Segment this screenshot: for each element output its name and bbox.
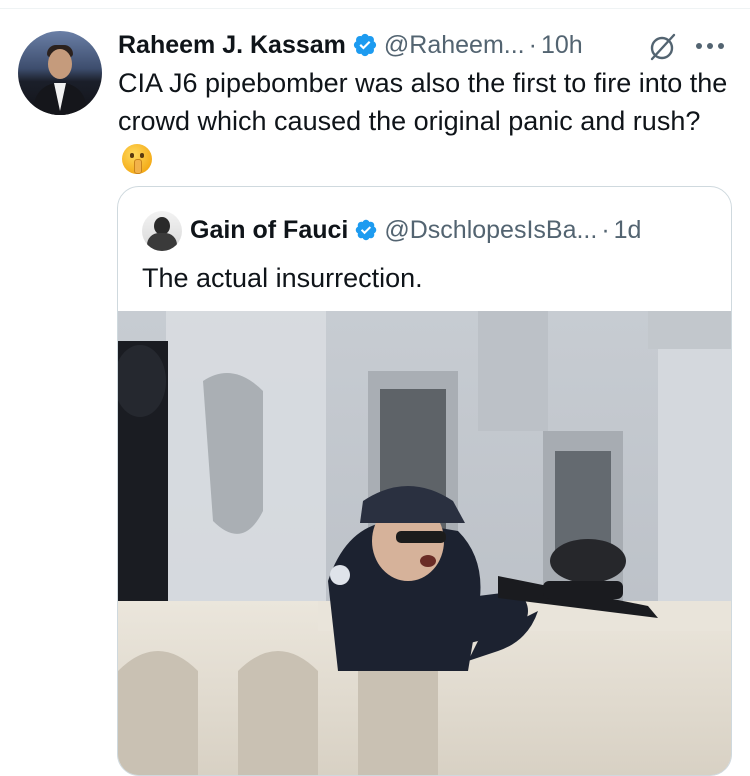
tweet-body: CIA J6 pipebomber was also the first to … xyxy=(118,68,728,136)
tweet-header: Raheem J. Kassam @Raheem... · 10h xyxy=(118,26,583,64)
grok-icon[interactable] xyxy=(648,32,678,62)
author-name[interactable]: Raheem J. Kassam xyxy=(118,31,346,60)
quoted-tweet-timestamp[interactable]: 1d xyxy=(614,216,642,245)
author-avatar[interactable] xyxy=(18,31,102,115)
quoted-author-avatar[interactable] xyxy=(142,211,182,251)
separator-dot: · xyxy=(601,215,610,244)
tweet-text: CIA J6 pipebomber was also the first to … xyxy=(118,64,728,178)
quoted-tweet-header: Gain of Fauci @DschlopesIsBa... · 1d xyxy=(190,212,641,248)
verified-badge-icon xyxy=(353,33,377,57)
tweet-timestamp[interactable]: 10h xyxy=(541,31,583,60)
verified-badge-icon xyxy=(356,219,377,241)
top-divider xyxy=(0,8,750,9)
shushing-face-emoji xyxy=(122,144,152,174)
quoted-author-name[interactable]: Gain of Fauci xyxy=(190,216,348,245)
more-options-icon[interactable] xyxy=(696,36,730,56)
separator-dot: · xyxy=(528,30,537,59)
quoted-author-handle[interactable]: @DschlopesIsBa... xyxy=(384,216,597,245)
quoted-tweet-card[interactable]: Gain of Fauci @DschlopesIsBa... · 1d The… xyxy=(117,186,732,776)
author-handle[interactable]: @Raheem... xyxy=(384,31,525,60)
quoted-tweet-text: The actual insurrection. xyxy=(142,263,423,293)
quoted-tweet-media-image[interactable] xyxy=(118,311,731,775)
